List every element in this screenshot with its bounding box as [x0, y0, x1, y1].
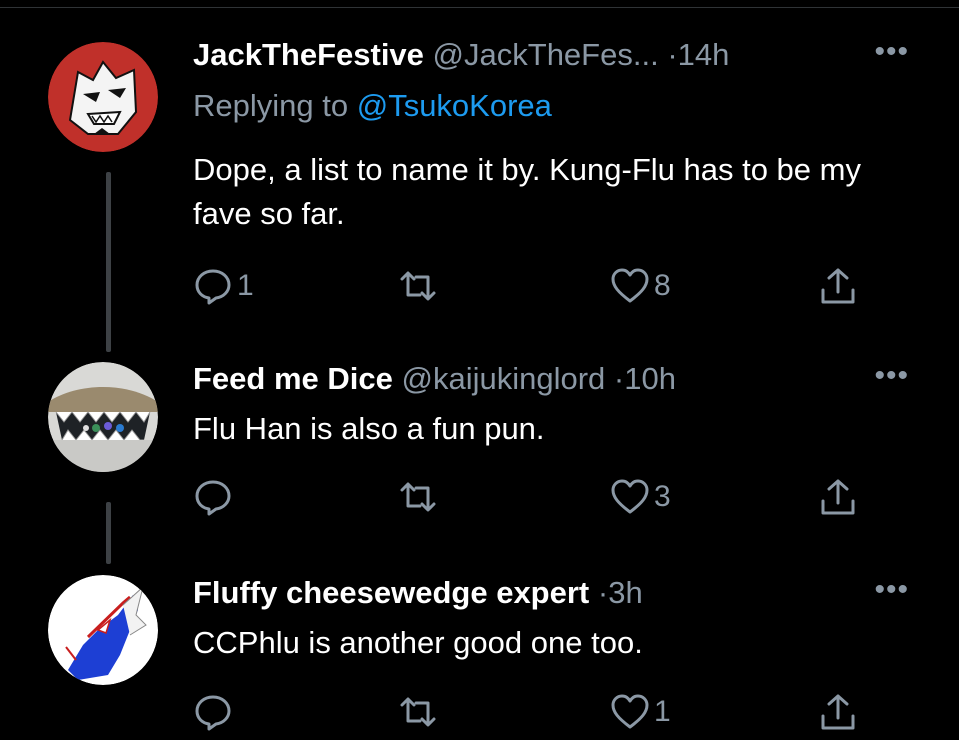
reply-icon	[193, 477, 233, 517]
display-name[interactable]: Fluffy cheesewedge expert	[193, 575, 589, 610]
mention-link[interactable]: @TsukoKorea	[357, 88, 552, 123]
replying-prefix: Replying to	[193, 88, 357, 123]
more-options-icon[interactable]: •••	[874, 573, 909, 607]
retweet-icon	[398, 266, 438, 306]
retweet-button[interactable]	[398, 264, 438, 308]
like-count: 3	[654, 480, 671, 513]
thread-line	[106, 502, 111, 564]
thread-line	[106, 172, 111, 352]
reply-count: 1	[237, 269, 254, 302]
share-icon	[818, 477, 858, 517]
tweet-header: Feed me Dice @kaijukinglord ·10h •••	[193, 359, 909, 399]
like-button[interactable]: 3	[610, 475, 671, 519]
share-button[interactable]	[818, 475, 858, 519]
tweet-actions: 1	[193, 690, 873, 734]
retweet-icon	[398, 477, 438, 517]
more-options-icon[interactable]: •••	[874, 359, 909, 393]
reply-icon	[193, 692, 233, 732]
tweet-text: Dope, a list to name it by. Kung-Flu has…	[193, 152, 861, 231]
reply-button[interactable]	[193, 475, 237, 519]
separator-dot: ·	[613, 361, 625, 396]
like-count: 1	[654, 695, 671, 728]
reply-icon	[193, 266, 233, 306]
tweet-actions: 3	[193, 475, 873, 519]
retweet-icon	[398, 692, 438, 732]
separator-dot: ·	[667, 37, 678, 72]
more-options-icon[interactable]: •••	[874, 35, 909, 69]
share-button[interactable]	[818, 690, 858, 734]
avatar-feedmedice[interactable]	[48, 362, 158, 472]
like-button[interactable]: 1	[610, 690, 671, 734]
user-handle[interactable]: @JackTheFes...	[433, 37, 659, 72]
display-name[interactable]: JackTheFestive	[193, 37, 424, 72]
timestamp[interactable]: 3h	[608, 575, 642, 610]
reply-button[interactable]: 1	[193, 264, 254, 308]
share-icon	[818, 692, 858, 732]
avatar-fluffycheesewedge[interactable]	[48, 575, 158, 685]
reply-button[interactable]	[193, 690, 237, 734]
user-handle[interactable]: @kaijukinglord	[402, 361, 606, 396]
like-icon	[610, 692, 650, 732]
tweet-header: JackTheFestive @JackTheFes... ·14h •••	[193, 35, 909, 75]
like-icon	[610, 266, 650, 306]
timestamp[interactable]: 10h	[624, 361, 676, 396]
tweet-header: Fluffy cheesewedge expert ·3h •••	[193, 573, 909, 613]
timestamp[interactable]: 14h	[678, 37, 730, 72]
tweet-text: CCPhlu is another good one too.	[193, 625, 643, 660]
replying-to: Replying to @TsukoKorea	[193, 86, 552, 126]
share-button[interactable]	[818, 264, 858, 308]
share-icon	[818, 266, 858, 306]
like-button[interactable]: 8	[610, 264, 671, 308]
separator-dot: ·	[597, 575, 609, 610]
top-divider	[0, 7, 959, 8]
tweet-actions: 1 8	[193, 264, 873, 308]
avatar-jackthefestive[interactable]	[48, 42, 158, 152]
tweet-text: Flu Han is also a fun pun.	[193, 411, 545, 446]
retweet-button[interactable]	[398, 690, 438, 734]
display-name[interactable]: Feed me Dice	[193, 361, 393, 396]
retweet-button[interactable]	[398, 475, 438, 519]
like-count: 8	[654, 269, 671, 302]
like-icon	[610, 477, 650, 517]
